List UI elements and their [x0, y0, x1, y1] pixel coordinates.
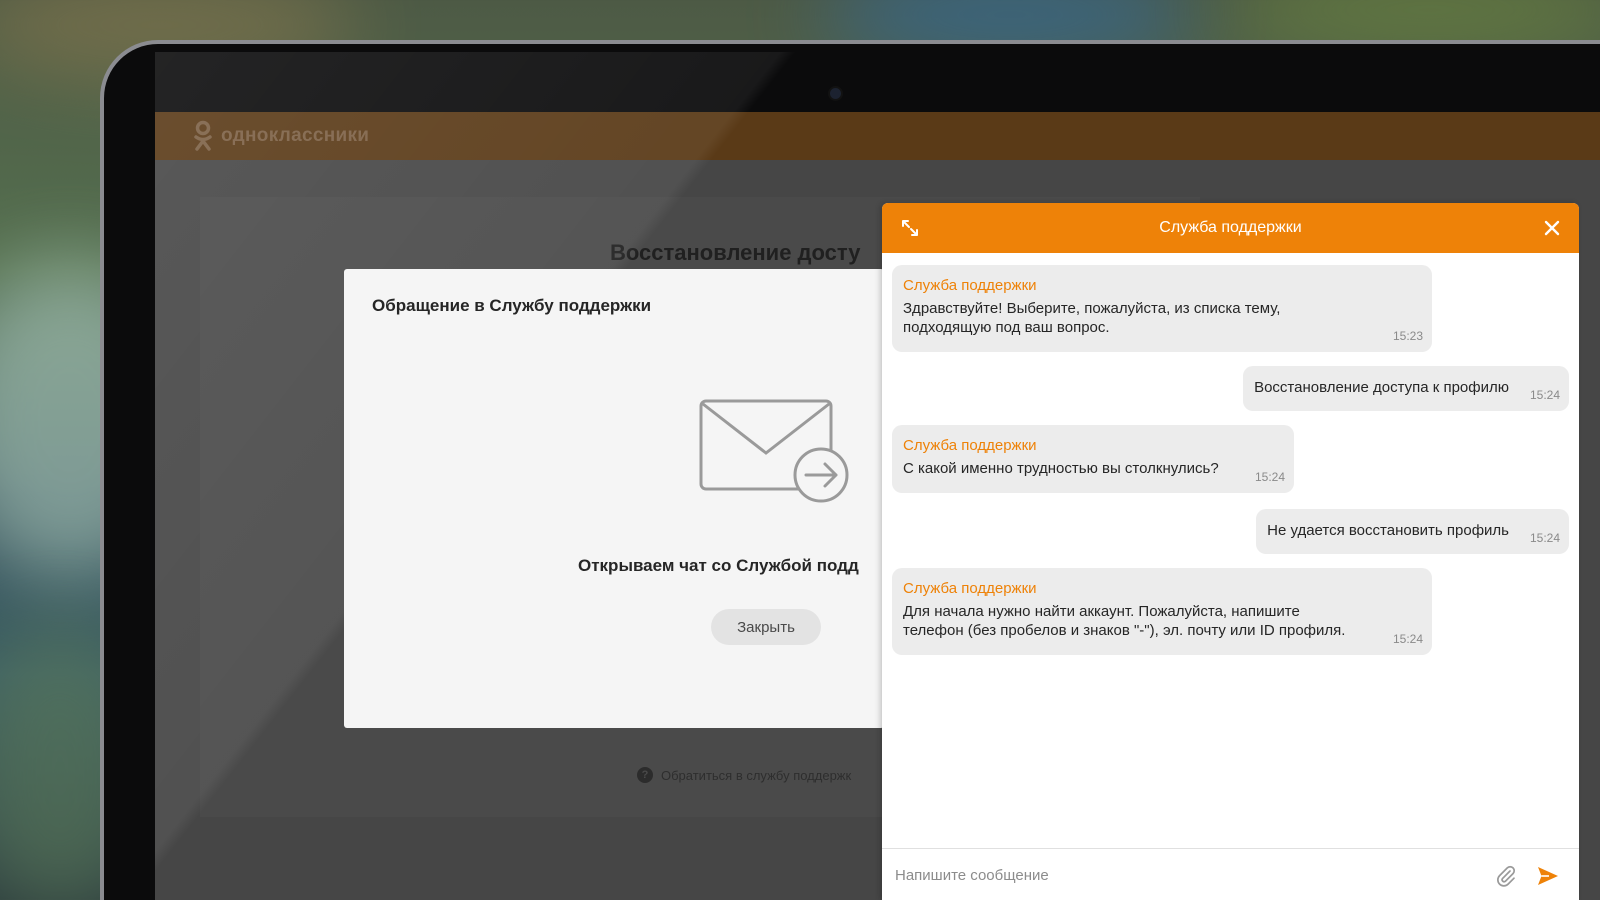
message-text: Восстановление доступа к профилю — [1254, 379, 1509, 396]
message-outgoing: Восстановление доступа к профилю 15:24 — [1243, 366, 1569, 411]
mail-send-icon — [699, 399, 849, 503]
message-time: 15:23 — [1392, 329, 1423, 343]
send-icon[interactable] — [1536, 864, 1560, 893]
modal-status: Открываем чат со Службой подд — [578, 556, 859, 575]
message-text: Здравствуйте! Выберите, пожалуйста, из с… — [903, 300, 1281, 336]
expand-icon[interactable] — [900, 218, 920, 238]
site-header: одноклассники — [155, 112, 1600, 160]
message-time: 15:24 — [1254, 470, 1285, 484]
message-incoming: Служба поддержки Для начала нужно найти … — [892, 568, 1432, 655]
help-link[interactable]: ? Обратиться в службу поддержк — [637, 767, 851, 783]
message-incoming: Служба поддержки Здравствуйте! Выберите,… — [892, 265, 1432, 352]
message-sender: Служба поддержки — [903, 437, 1037, 454]
modal-title: Обращение в Службу поддержки — [372, 296, 652, 315]
message-outgoing: Не удается восстановить профиль 15:24 — [1256, 509, 1569, 554]
message-sender: Служба поддержки — [903, 277, 1037, 294]
close-button[interactable]: Закрыть — [711, 609, 821, 645]
support-modal: Обращение в Службу поддержки Открываем ч… — [344, 269, 884, 728]
message-text: Для начала нужно найти аккаунт. Пожалуйс… — [903, 603, 1346, 639]
paperclip-icon[interactable] — [1494, 864, 1518, 893]
page-heading: Восстановление досту — [610, 240, 861, 265]
message-time: 15:24 — [1529, 388, 1560, 402]
message-text: Не удается восстановить профиль — [1267, 522, 1509, 539]
chat-header: Служба поддержки — [882, 203, 1579, 253]
message-sender: Служба поддержки — [903, 580, 1037, 597]
message-time: 15:24 — [1392, 632, 1423, 646]
question-icon: ? — [637, 767, 653, 783]
message-list[interactable]: Служба поддержки Здравствуйте! Выберите,… — [882, 253, 1579, 848]
ok-logo-icon[interactable] — [193, 120, 213, 152]
message-text: С какой именно трудностью вы столкнулись… — [903, 460, 1219, 477]
help-link-label: Обратиться в службу поддержк — [661, 767, 852, 783]
close-icon[interactable] — [1541, 217, 1563, 239]
webcam — [830, 88, 841, 99]
support-chat: Служба поддержки Служба поддержки Здравс… — [882, 203, 1579, 900]
chat-title: Служба поддержки — [1159, 219, 1302, 236]
message-time: 15:24 — [1529, 531, 1560, 545]
site-name[interactable]: одноклассники — [221, 125, 369, 147]
message-input[interactable] — [895, 859, 1475, 891]
message-incoming: Служба поддержки С какой именно трудност… — [892, 425, 1294, 493]
message-composer — [882, 848, 1579, 900]
